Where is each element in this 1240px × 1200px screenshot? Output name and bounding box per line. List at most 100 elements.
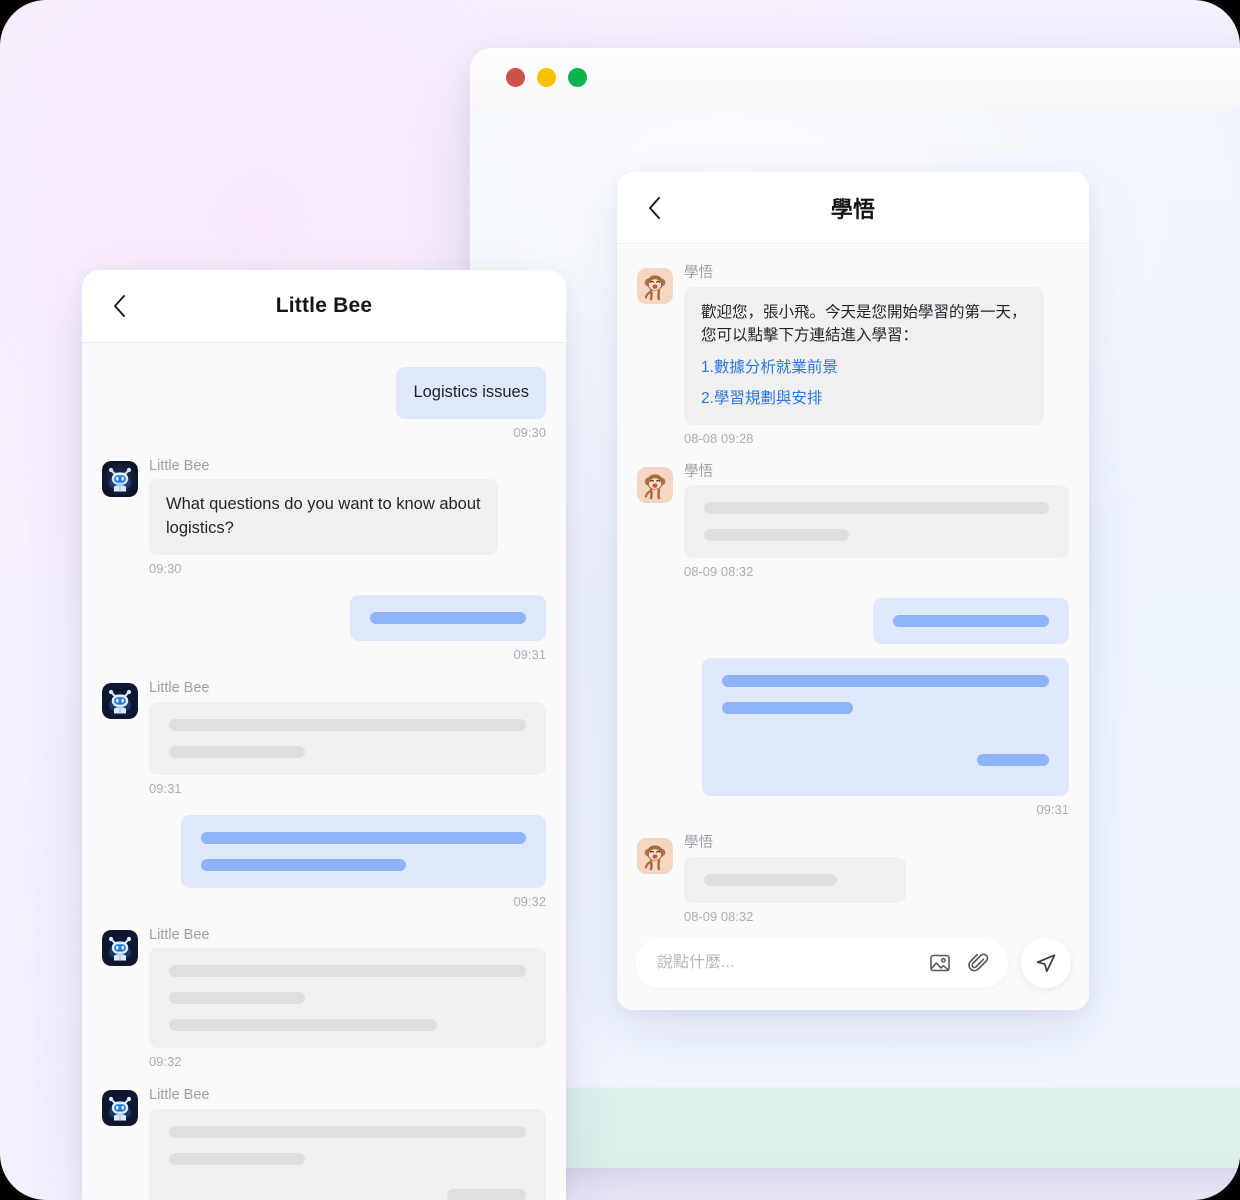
chat-header: 學悟 xyxy=(617,172,1089,244)
robot-bee-avatar-icon xyxy=(102,929,138,966)
back-button[interactable] xyxy=(639,193,669,223)
sender-name: Little Bee xyxy=(149,457,210,474)
skeleton-bar xyxy=(704,502,1049,515)
window-maximize-button[interactable] xyxy=(568,67,587,87)
message-line-2: logistics? xyxy=(166,519,234,538)
composer-field[interactable] xyxy=(635,938,1008,988)
message-item: Little Bee 09:32 xyxy=(102,1088,546,1200)
skeleton-bar xyxy=(201,831,526,844)
browser-titlebar xyxy=(470,48,1240,106)
message-line-1: What questions do you want to know about xyxy=(166,495,481,514)
message-bubble-skeleton xyxy=(149,701,546,775)
skeleton-bar xyxy=(201,858,406,871)
message-input[interactable] xyxy=(657,954,928,972)
send-plane-icon xyxy=(1036,954,1056,973)
window-close-button[interactable] xyxy=(506,67,525,87)
message-timestamp: 09:32 xyxy=(513,893,546,909)
chat-panel-xuewu: 學悟 學悟 歡迎您，張小飛。今天是您開始學習的第一天， 您可以點擊下方連結進入學… xyxy=(617,172,1089,1010)
message-item: 09:31 xyxy=(102,595,546,661)
skeleton-bar xyxy=(704,873,837,886)
send-button[interactable] xyxy=(1021,938,1071,988)
message-timestamp: 08-09 08:32 xyxy=(684,908,754,924)
sender-name: 學悟 xyxy=(684,463,713,480)
avatar-little-bee xyxy=(102,929,138,966)
skeleton-bar xyxy=(169,718,526,731)
skeleton-bar xyxy=(169,992,305,1005)
skeleton-bar xyxy=(977,754,1049,767)
message-bubble: 歡迎您，張小飛。今天是您開始學習的第一天， 您可以點擊下方連結進入學習： 1.數… xyxy=(684,286,1044,425)
skeleton-bar xyxy=(704,529,849,542)
message-item xyxy=(637,598,1069,645)
message-line-1: 歡迎您，張小飛。今天是您開始學習的第一天， xyxy=(701,303,1027,321)
chat-header: Little Bee xyxy=(82,270,566,343)
message-list[interactable]: Logistics issues 09:30 Little Bee What q… xyxy=(82,343,566,1200)
skeleton-bar xyxy=(722,702,853,715)
message-bubble-skeleton xyxy=(684,856,906,903)
message-item: Little Bee 09:32 xyxy=(102,926,546,1070)
avatar-little-bee xyxy=(102,1090,138,1127)
message-composer xyxy=(617,924,1089,1010)
message-item: 09:31 xyxy=(637,658,1069,816)
message-list[interactable]: 學悟 歡迎您，張小飛。今天是您開始學習的第一天， 您可以點擊下方連結進入學習： … xyxy=(617,244,1089,924)
lesson-link-1[interactable]: 1.數據分析就業前景 xyxy=(701,356,1027,380)
message-bubble-skeleton xyxy=(149,948,546,1049)
skeleton-bar xyxy=(169,745,305,758)
avatar-little-bee xyxy=(102,683,138,720)
skeleton-bar xyxy=(169,1152,305,1165)
window-minimize-button[interactable] xyxy=(537,67,556,87)
message-timestamp: 09:31 xyxy=(1036,802,1069,818)
message-item: 學悟 歡迎您，張小飛。今天是您開始學習的第一天， 您可以點擊下方連結進入學習： … xyxy=(637,266,1069,445)
message-timestamp: 08-08 09:28 xyxy=(684,430,754,446)
avatar-xuewu xyxy=(637,268,673,304)
message-timestamp: 09:31 xyxy=(149,780,182,796)
message-item: Logistics issues 09:30 xyxy=(102,367,546,439)
message-item: 學悟 08-09 08:32 xyxy=(637,463,1069,580)
message-bubble-skeleton xyxy=(181,814,546,888)
chevron-left-icon xyxy=(648,196,660,219)
chevron-left-icon xyxy=(113,295,125,317)
image-icon[interactable] xyxy=(928,951,952,975)
skeleton-bar xyxy=(169,1019,437,1032)
monkey-avatar-icon xyxy=(637,268,673,304)
message-timestamp: 09:32 xyxy=(149,1054,182,1070)
sender-name: 學悟 xyxy=(684,265,713,281)
back-button[interactable] xyxy=(104,291,134,321)
message-bubble-skeleton xyxy=(873,598,1069,645)
message-text: Logistics issues xyxy=(413,383,529,401)
monkey-avatar-icon xyxy=(637,838,673,875)
sender-name: Little Bee xyxy=(149,1087,210,1104)
sender-name: Little Bee xyxy=(149,926,210,943)
monkey-avatar-icon xyxy=(637,466,673,503)
skeleton-bar xyxy=(722,675,1049,688)
message-timestamp: 09:30 xyxy=(149,561,182,577)
message-item: 09:32 xyxy=(102,814,546,909)
message-timestamp: 09:31 xyxy=(513,647,546,663)
robot-bee-avatar-icon xyxy=(102,1090,138,1127)
skeleton-bar xyxy=(370,612,526,625)
skeleton-bar xyxy=(169,1125,526,1138)
skeleton-bar xyxy=(169,965,526,978)
page-title: 學悟 xyxy=(830,196,876,222)
message-bubble: What questions do you want to know about… xyxy=(149,479,498,556)
message-bubble-skeleton xyxy=(350,595,546,642)
message-item: Little Bee 09:31 xyxy=(102,681,546,795)
avatar-xuewu xyxy=(637,466,673,503)
robot-bee-avatar-icon xyxy=(102,460,138,497)
app-stage: 學悟 學悟 歡迎您，張小飛。今天是您開始學習的第一天， 您可以點擊下方連結進入學… xyxy=(0,0,1240,1200)
skeleton-bar xyxy=(447,1188,526,1200)
message-bubble-skeleton xyxy=(702,658,1069,797)
sender-name: 學悟 xyxy=(684,835,713,852)
avatar-xuewu xyxy=(637,838,673,875)
message-item: 學悟 08-09 08:32 xyxy=(637,836,1069,923)
page-title: Little Bee xyxy=(275,294,373,317)
chat-panel-little-bee: Little Bee Logistics issues 09:30 Little… xyxy=(82,270,566,1200)
paperclip-icon[interactable] xyxy=(966,951,990,975)
sender-name: Little Bee xyxy=(149,680,210,697)
message-item: Little Bee What questions do you want to… xyxy=(102,459,546,575)
message-timestamp: 08-09 08:32 xyxy=(684,564,754,580)
skeleton-bar xyxy=(893,615,1049,628)
message-timestamp: 09:30 xyxy=(513,424,546,440)
robot-bee-avatar-icon xyxy=(102,683,138,720)
message-line-2: 您可以點擊下方連結進入學習： xyxy=(701,327,919,345)
lesson-link-2[interactable]: 2.學習規劃與安排 xyxy=(701,387,1027,411)
